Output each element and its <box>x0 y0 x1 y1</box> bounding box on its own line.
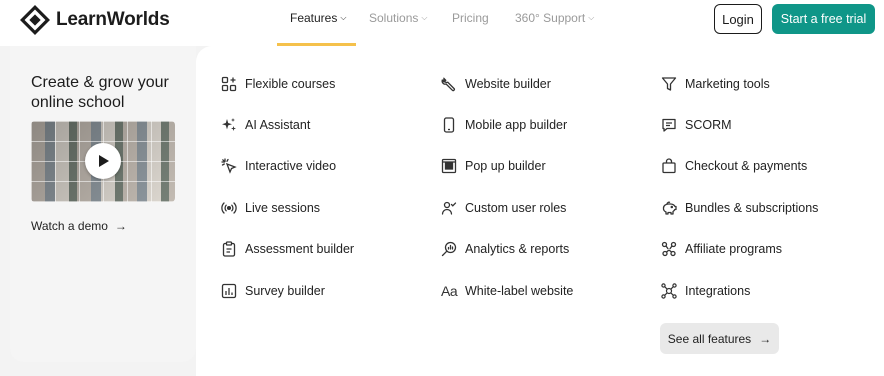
feature-label: Pop up builder <box>465 159 546 173</box>
top-navigation-bar: LearnWorlds Features ⌵ Solutions ⌵ Prici… <box>0 0 884 46</box>
watch-demo-label: Watch a demo <box>31 219 108 233</box>
promo-title: Create & grow your online school <box>31 74 169 111</box>
feature-ai-assistant[interactable]: AI Assistant <box>221 117 310 133</box>
nav-features[interactable]: Features ⌵ <box>290 11 346 25</box>
broadcast-icon <box>221 202 237 214</box>
feature-label: Bundles & subscriptions <box>685 201 819 215</box>
shopping-bag-icon <box>662 158 676 174</box>
sparkle-icon <box>222 118 236 131</box>
nav-pricing[interactable]: Pricing <box>452 11 489 25</box>
nav-support[interactable]: 360° Support ⌵ <box>515 11 594 25</box>
feature-affiliate-programs[interactable]: Affiliate programs <box>661 241 782 257</box>
feature-label: Website builder <box>465 77 551 91</box>
feature-label: Analytics & reports <box>465 242 570 256</box>
feature-assessment-builder[interactable]: Assessment builder <box>221 241 354 257</box>
chevron-down-icon: ⌵ <box>588 13 595 22</box>
arrow-right-icon: → <box>759 331 772 346</box>
feature-label: Interactive video <box>245 159 337 173</box>
feature-label: Affiliate programs <box>685 242 783 256</box>
feature-label: Mobile app builder <box>465 118 568 132</box>
feature-scorm[interactable]: SCORM <box>661 117 732 133</box>
demo-video-thumbnail[interactable] <box>31 121 175 202</box>
feature-label: Flexible courses <box>245 77 336 91</box>
phone-icon <box>443 117 455 133</box>
feature-mobile-app-builder[interactable]: Mobile app builder <box>441 117 567 133</box>
chevron-down-icon: ⌵ <box>421 13 428 22</box>
feature-label: Assessment builder <box>245 242 355 256</box>
chat-icon <box>662 118 676 132</box>
nav-solutions[interactable]: Solutions ⌵ <box>369 11 427 25</box>
users-check-icon <box>441 201 457 215</box>
clipboard-icon <box>222 241 236 257</box>
integrations-icon <box>661 283 677 299</box>
network-icon <box>661 241 677 257</box>
wrench-icon <box>441 77 455 92</box>
see-all-features-button[interactable]: See all features → <box>660 323 779 354</box>
nav-pricing-label: Pricing <box>452 11 489 25</box>
brand-logo[interactable]: LearnWorlds <box>20 5 170 35</box>
feature-bundles-subscriptions[interactable]: Bundles & subscriptions <box>661 200 818 216</box>
font-icon: Aa <box>441 283 458 299</box>
feature-label: Integrations <box>685 284 751 298</box>
watch-demo-link[interactable]: Watch a demo → <box>31 219 127 233</box>
feature-pop-up-builder[interactable]: Pop up builder <box>441 158 546 174</box>
login-button[interactable]: Login <box>714 4 762 34</box>
bar-chart-icon <box>221 283 237 299</box>
nav-solutions-label: Solutions <box>369 11 419 25</box>
chevron-down-icon: ⌵ <box>340 13 347 22</box>
feature-analytics-reports[interactable]: Analytics & reports <box>441 241 569 257</box>
nav-support-label: 360° Support <box>515 11 586 25</box>
feature-label: Live sessions <box>245 201 321 215</box>
play-icon <box>99 155 109 167</box>
cursor-click-icon <box>221 158 237 174</box>
feature-checkout-payments[interactable]: Checkout & payments <box>661 158 807 174</box>
feature-survey-builder[interactable]: Survey builder <box>221 283 325 299</box>
promo-panel: Create & grow your online school Watch a… <box>10 46 196 362</box>
feature-interactive-video[interactable]: Interactive video <box>221 158 336 174</box>
feature-label: SCORM <box>685 118 732 132</box>
learnworlds-logo-icon <box>20 5 50 35</box>
feature-website-builder[interactable]: Website builder <box>441 76 551 92</box>
popup-icon <box>441 158 457 174</box>
feature-custom-user-roles[interactable]: Custom user roles <box>441 200 566 216</box>
arrow-right-icon: → <box>114 219 127 233</box>
feature-label: Custom user roles <box>465 201 567 215</box>
nav-features-label: Features <box>290 11 338 25</box>
play-button[interactable] <box>85 143 121 179</box>
search-analytics-icon <box>441 241 457 257</box>
feature-label: AI Assistant <box>245 118 311 132</box>
start-free-trial-button[interactable]: Start a free trial <box>772 4 875 34</box>
grid-plus-icon <box>221 76 237 92</box>
feature-flexible-courses[interactable]: Flexible courses <box>221 76 335 92</box>
feature-marketing-tools[interactable]: Marketing tools <box>661 76 770 92</box>
funnel-icon <box>661 77 677 91</box>
feature-live-sessions[interactable]: Live sessions <box>221 200 320 216</box>
brand-name: LearnWorlds <box>56 9 170 30</box>
feature-label: Survey builder <box>245 284 325 298</box>
feature-label: Marketing tools <box>685 77 770 91</box>
feature-integrations[interactable]: Integrations <box>661 283 750 299</box>
piggy-bank-icon <box>662 201 677 215</box>
feature-label: Checkout & payments <box>685 159 808 173</box>
see-all-label: See all features <box>667 331 752 346</box>
feature-label: White-label website <box>465 284 574 298</box>
feature-white-label-website[interactable]: Aa White-label website <box>441 283 573 299</box>
